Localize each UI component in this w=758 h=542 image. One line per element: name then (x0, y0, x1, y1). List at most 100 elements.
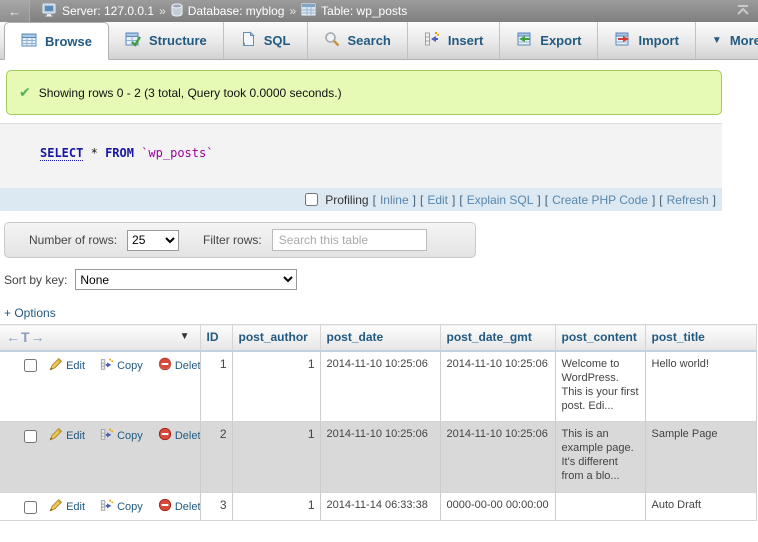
sort-by-key-select[interactable]: None (75, 269, 297, 290)
create-php-code-link[interactable]: Create PHP Code (552, 193, 648, 207)
tab-bar: Browse Structure SQL Search Insert Expor… (0, 22, 758, 60)
number-of-rows-select[interactable]: 25 (127, 230, 179, 251)
cell-id: 3 (200, 493, 232, 521)
copy-row-link[interactable]: Copy (117, 501, 143, 513)
table-row: Edit Copy Delete 1 1 2014-11-10 10:25:06… (0, 351, 756, 422)
options-toggle-link[interactable]: + Options (4, 306, 56, 320)
copy-row-link[interactable]: Copy (117, 430, 143, 442)
sql-star: * (91, 146, 98, 160)
table-icon (301, 3, 316, 19)
tab-insert[interactable]: Insert (408, 22, 500, 59)
column-header-post-date[interactable]: post_date (320, 325, 440, 351)
tab-browse[interactable]: Browse (4, 22, 109, 60)
delete-row-link[interactable]: Delete (175, 360, 200, 372)
tab-label: Search (348, 33, 391, 48)
tab-sql[interactable]: SQL (224, 22, 308, 59)
pencil-icon (49, 498, 63, 516)
breadcrumb-separator: » (289, 4, 296, 18)
tab-structure[interactable]: Structure (109, 22, 224, 59)
bracket: ] (537, 193, 540, 207)
edit-row-link[interactable]: Edit (66, 501, 85, 513)
copy-icon (100, 498, 114, 516)
server-icon (42, 3, 57, 20)
results-table: ←T→ ▼ ID post_author post_date post_date… (0, 324, 757, 521)
column-header-post-date-gmt[interactable]: post_date_gmt (440, 325, 555, 351)
copy-icon (100, 427, 114, 445)
collapse-icon (736, 4, 750, 19)
tab-label: Import (638, 33, 678, 48)
refresh-link[interactable]: Refresh (667, 193, 709, 207)
sql-keyword-select[interactable]: SELECT (40, 146, 83, 161)
edit-row-link[interactable]: Edit (66, 360, 85, 372)
cell-id: 1 (200, 351, 232, 422)
cell-post-content: Welcome to WordPress. This is your first… (555, 351, 645, 422)
profiling-label: Profiling (325, 193, 368, 207)
tab-label: Export (540, 33, 581, 48)
back-button[interactable]: ← (0, 0, 30, 22)
row-checkbox[interactable] (24, 501, 37, 514)
column-header-post-title[interactable]: post_title (645, 325, 756, 351)
tab-search[interactable]: Search (308, 22, 408, 59)
profiling-checkbox[interactable] (305, 193, 318, 206)
column-header-id[interactable]: ID (200, 325, 232, 351)
column-reorder-handle[interactable]: ←T→ (6, 329, 46, 345)
delete-row-link[interactable]: Delete (175, 430, 200, 442)
inline-link[interactable]: Inline (380, 193, 409, 207)
table-header-row: ←T→ ▼ ID post_author post_date post_date… (0, 325, 756, 351)
copy-row-link[interactable]: Copy (117, 360, 143, 372)
row-actions: Edit Copy Delete (0, 351, 200, 422)
edit-row-link[interactable]: Edit (66, 430, 85, 442)
filter-rows-label: Filter rows: (203, 233, 262, 247)
delete-icon (158, 357, 172, 375)
bracket: ] (652, 193, 655, 207)
tab-more[interactable]: ▼ More (696, 22, 758, 59)
tab-label: More (730, 33, 758, 48)
back-arrow-icon: ← (8, 4, 21, 19)
tab-label: Browse (45, 34, 92, 49)
cell-post-date-gmt: 2014-11-10 10:25:06 (440, 351, 555, 422)
cell-post-author: 1 (232, 351, 320, 422)
breadcrumb-bar: ← Server: 127.0.0.1 » Database: myblog »… (0, 0, 758, 22)
insert-icon (424, 31, 440, 50)
number-of-rows-label: Number of rows: (29, 233, 117, 247)
collapse-panel-button[interactable] (728, 4, 758, 19)
delete-row-link[interactable]: Delete (175, 501, 200, 513)
sql-query-text: SELECT * FROM `wp_posts` (0, 124, 722, 188)
tab-export[interactable]: Export (500, 22, 598, 59)
tab-label: Structure (149, 33, 207, 48)
column-header-post-content[interactable]: post_content (555, 325, 645, 351)
copy-icon (100, 357, 114, 375)
bracket: [ (373, 193, 376, 207)
sql-icon (240, 31, 256, 50)
edit-query-link[interactable]: Edit (427, 193, 448, 207)
export-icon (516, 31, 532, 50)
sort-controls: Sort by key: None (4, 269, 758, 290)
browse-icon (21, 32, 37, 51)
breadcrumb-server[interactable]: Server: 127.0.0.1 (62, 4, 154, 18)
delete-icon (158, 498, 172, 516)
row-actions: Edit Copy Delete (0, 493, 200, 521)
breadcrumb: Server: 127.0.0.1 » Database: myblog » T… (30, 3, 728, 20)
breadcrumb-database[interactable]: Database: myblog (188, 4, 285, 18)
filter-rows-input[interactable] (272, 229, 427, 251)
cell-id: 2 (200, 422, 232, 493)
breadcrumb-table[interactable]: Table: wp_posts (321, 4, 407, 18)
sql-query-box: SELECT * FROM `wp_posts` Profiling [ Inl… (0, 124, 722, 211)
tab-import[interactable]: Import (598, 22, 695, 59)
tab-label: SQL (264, 33, 291, 48)
success-check-icon: ✔ (19, 84, 31, 101)
row-checkbox[interactable] (24, 430, 37, 443)
query-tools-bar: Profiling [ Inline ] [ Edit ] [ Explain … (0, 188, 722, 211)
cell-post-date-gmt: 2014-11-10 10:25:06 (440, 422, 555, 493)
sql-table-identifier: `wp_posts` (141, 146, 213, 160)
delete-icon (158, 427, 172, 445)
row-actions: Edit Copy Delete (0, 422, 200, 493)
header-dropdown-icon[interactable]: ▼ (180, 331, 190, 342)
row-controls: Number of rows: 25 Filter rows: (4, 222, 476, 258)
column-header-post-author[interactable]: post_author (232, 325, 320, 351)
sql-keyword-from: FROM (105, 146, 134, 160)
bracket: [ (659, 193, 662, 207)
cell-post-author: 1 (232, 422, 320, 493)
explain-sql-link[interactable]: Explain SQL (467, 193, 534, 207)
row-checkbox[interactable] (24, 359, 37, 372)
